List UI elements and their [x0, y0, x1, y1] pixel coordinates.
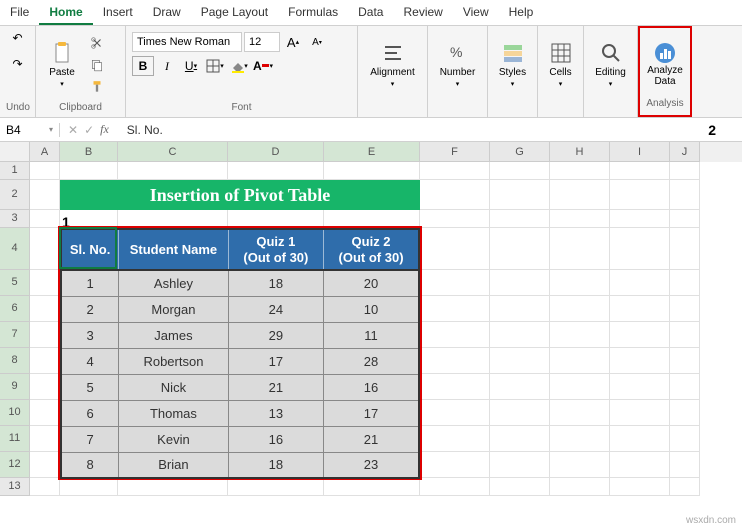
menu-home[interactable]: Home — [39, 0, 92, 25]
col-header-F[interactable]: F — [420, 142, 490, 162]
watermark: wsxdn.com — [686, 515, 736, 526]
cancel-icon[interactable]: ✕ — [68, 123, 78, 137]
enter-icon[interactable]: ✓ — [84, 123, 94, 137]
table-row[interactable]: 1Ashley1820 — [61, 270, 419, 296]
menu-insert[interactable]: Insert — [93, 0, 143, 25]
table-header: Quiz 1(Out of 30) — [228, 229, 323, 270]
menu-review[interactable]: Review — [393, 0, 452, 25]
callout-2: 2 — [708, 122, 716, 138]
row-header-2[interactable]: 2 — [0, 180, 30, 210]
number-button[interactable]: % Number▾ — [438, 35, 478, 95]
menu-formulas[interactable]: Formulas — [278, 0, 348, 25]
analyze-data-button[interactable]: Analyze Data — [642, 41, 688, 87]
table-header: Student Name — [119, 229, 228, 270]
name-box[interactable]: B4▾ — [0, 123, 60, 137]
col-header-H[interactable]: H — [550, 142, 610, 162]
col-header-C[interactable]: C — [118, 142, 228, 162]
spreadsheet-grid[interactable]: ABCDEFGHIJ 12345678910111213 Insertion o… — [0, 142, 742, 496]
table-row[interactable]: 4Robertson1728 — [61, 348, 419, 374]
col-header-G[interactable]: G — [490, 142, 550, 162]
menu-help[interactable]: Help — [499, 0, 544, 25]
menu-page-layout[interactable]: Page Layout — [191, 0, 278, 25]
editing-button[interactable]: Editing▾ — [591, 35, 631, 95]
col-header-E[interactable]: E — [324, 142, 420, 162]
row-header-6[interactable]: 6 — [0, 296, 30, 322]
underline-button[interactable]: U▾ — [180, 56, 202, 76]
menu-draw[interactable]: Draw — [143, 0, 191, 25]
font-color-button[interactable]: A▾ — [252, 56, 274, 76]
copy-icon[interactable] — [86, 55, 108, 75]
menu-data[interactable]: Data — [348, 0, 393, 25]
table-row[interactable]: 6Thomas1317 — [61, 400, 419, 426]
table-row[interactable]: 3James2911 — [61, 322, 419, 348]
svg-text:%: % — [450, 44, 462, 60]
increase-font-icon[interactable]: A▴ — [282, 32, 304, 52]
table-row[interactable]: 2Morgan2410 — [61, 296, 419, 322]
table-row[interactable]: 5Nick2116 — [61, 374, 419, 400]
clipboard-group-label: Clipboard — [42, 101, 119, 117]
undo-group-label: Undo — [6, 101, 29, 117]
ribbon: ↶ ↷ Undo Paste ▾ Clipboard A▴ A — [0, 26, 742, 118]
row-header-9[interactable]: 9 — [0, 374, 30, 400]
row-header-8[interactable]: 8 — [0, 348, 30, 374]
menu-view[interactable]: View — [453, 0, 499, 25]
fill-color-button[interactable]: ▾ — [228, 56, 250, 76]
fx-icon[interactable]: fx — [100, 122, 109, 137]
font-size-select[interactable] — [244, 32, 280, 52]
cut-icon[interactable] — [86, 33, 108, 53]
borders-button[interactable]: ▾ — [204, 56, 226, 76]
row-header-1[interactable]: 1 — [0, 162, 30, 180]
table-row[interactable]: 8Brian1823 — [61, 452, 419, 478]
table-header: Sl. No. — [61, 229, 119, 270]
styles-button[interactable]: Styles▾ — [494, 35, 531, 95]
row-header-3[interactable]: 3 — [0, 210, 30, 228]
select-all-corner[interactable] — [0, 142, 30, 162]
row-header-10[interactable]: 10 — [0, 400, 30, 426]
col-header-D[interactable]: D — [228, 142, 324, 162]
table-row[interactable]: 7Kevin1621 — [61, 426, 419, 452]
title-banner: Insertion of Pivot Table — [60, 180, 420, 210]
alignment-button[interactable]: Alignment▾ — [373, 35, 413, 95]
analysis-group-label: Analysis — [642, 97, 688, 113]
italic-button[interactable]: I — [156, 56, 178, 76]
menu-bar: FileHomeInsertDrawPage LayoutFormulasDat… — [0, 0, 742, 26]
redo-icon[interactable]: ↷ — [7, 54, 29, 74]
col-header-A[interactable]: A — [30, 142, 60, 162]
formula-bar: B4▾ ✕ ✓ fx Sl. No. — [0, 118, 742, 142]
row-header-7[interactable]: 7 — [0, 322, 30, 348]
bold-button[interactable]: B — [132, 56, 154, 76]
col-header-J[interactable]: J — [670, 142, 700, 162]
table-header: Quiz 2(Out of 30) — [324, 229, 419, 270]
row-header-11[interactable]: 11 — [0, 426, 30, 452]
font-group-label: Font — [132, 101, 351, 117]
row-header-13[interactable]: 13 — [0, 478, 30, 496]
undo-icon[interactable]: ↶ — [7, 28, 29, 48]
format-painter-icon[interactable] — [86, 77, 108, 97]
col-header-B[interactable]: B — [60, 142, 118, 162]
decrease-font-icon[interactable]: A▾ — [306, 32, 328, 52]
data-table: Sl. No.Student NameQuiz 1(Out of 30)Quiz… — [58, 226, 422, 480]
col-header-I[interactable]: I — [610, 142, 670, 162]
cells-button[interactable]: Cells▾ — [544, 35, 577, 95]
font-name-select[interactable] — [132, 32, 242, 52]
formula-content[interactable]: Sl. No. — [117, 123, 163, 137]
row-header-5[interactable]: 5 — [0, 270, 30, 296]
paste-button[interactable]: Paste ▾ — [42, 35, 82, 95]
row-header-12[interactable]: 12 — [0, 452, 30, 478]
menu-file[interactable]: File — [0, 0, 39, 25]
row-header-4[interactable]: 4 — [0, 228, 30, 270]
